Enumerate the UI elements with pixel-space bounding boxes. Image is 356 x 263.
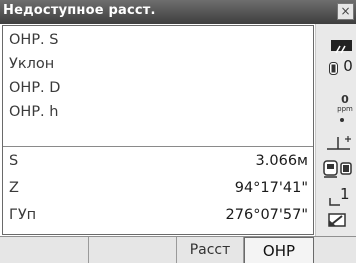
- window-title: Недоступное расст.: [3, 3, 156, 18]
- instrument-icon: [322, 158, 354, 180]
- softkey-1[interactable]: [0, 237, 89, 263]
- label-slope-distance: S: [9, 153, 19, 169]
- prism-icon: [329, 60, 338, 75]
- close-button[interactable]: ×: [337, 3, 354, 20]
- softkey-2[interactable]: [89, 237, 177, 263]
- label-zenith: Z: [9, 180, 19, 196]
- battery-icon: [331, 40, 352, 54]
- ppm-indicator: 0 ppm: [336, 94, 354, 113]
- status-sidebar: 0 0 ppm 1: [315, 24, 356, 236]
- ppm-value: 0: [341, 93, 349, 106]
- softkey-bar: Расст ОНР: [0, 236, 356, 263]
- measurement-panel: ОНР. S Уклон ОНР. D ОНР. h S 3.066м Z 94…: [2, 25, 314, 235]
- field-label-onr-h: ОНР. h: [9, 104, 59, 120]
- ppm-unit: ppm: [337, 105, 353, 113]
- field-label-onr-d: ОНР. D: [9, 80, 61, 96]
- divider: [3, 146, 313, 147]
- status-dot: [340, 118, 344, 122]
- distance-softkey[interactable]: Расст: [177, 237, 244, 263]
- input-mode-icon: [326, 211, 350, 229]
- instrument-screen: Недоступное расст. × ОНР. S Уклон ОНР. D…: [0, 0, 356, 263]
- field-label-slope: Уклон: [9, 56, 55, 72]
- value-zenith: 94°17'41": [234, 180, 308, 196]
- prism-constant-value: 0: [343, 57, 353, 75]
- face-number: 1: [340, 185, 350, 203]
- onr-softkey[interactable]: ОНР: [244, 237, 314, 263]
- value-horizontal-angle: 276°07'57": [225, 207, 308, 223]
- label-horizontal-angle: ГУп: [9, 207, 37, 223]
- field-label-onr-s: ОНР. S: [9, 32, 59, 48]
- tilt-icon: [324, 133, 354, 153]
- value-slope-distance: 3.066м: [255, 153, 308, 169]
- title-bar: Недоступное расст. ×: [0, 0, 356, 24]
